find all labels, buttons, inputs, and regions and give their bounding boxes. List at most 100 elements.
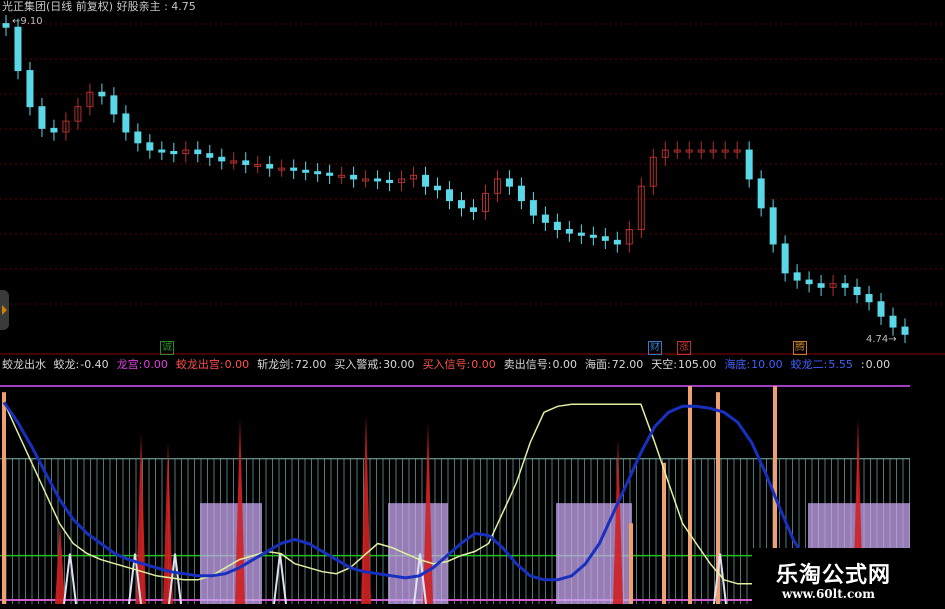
- chart-subtitle-value: 4.75: [171, 0, 196, 13]
- indicator-item: 天空:105.00: [651, 358, 720, 371]
- indicator-item: 海底:10.00: [724, 358, 786, 371]
- candle-body: [865, 294, 873, 303]
- candle-body: [242, 160, 250, 165]
- candle-body: [194, 149, 202, 155]
- marker-cai: 财: [648, 341, 662, 355]
- price-high-label: ←9.10: [12, 16, 43, 27]
- indicator-item-label: 蛟龙:: [53, 358, 80, 371]
- dragon-palace-block: [200, 503, 262, 604]
- candle-body: [805, 279, 813, 285]
- indicator-item-label: 买入警戒:: [334, 358, 383, 371]
- candle-body: [889, 315, 897, 328]
- candle-body: [290, 167, 298, 171]
- candle-body: [386, 179, 394, 184]
- indicator-item-label: 龙宫:: [116, 358, 143, 371]
- candle-body: [302, 169, 310, 173]
- candle-body: [326, 172, 334, 176]
- orange-signal-bar: [688, 386, 692, 604]
- candle-body: [374, 178, 382, 182]
- indicator-item-value: 5.55: [828, 358, 853, 371]
- marker-cheng: 诚: [160, 341, 174, 355]
- chevron-right-icon: [2, 305, 7, 315]
- candle-body: [14, 26, 22, 72]
- chart-canvas: [0, 14, 945, 605]
- marker-teng: 腾: [793, 341, 807, 355]
- candle-body: [565, 229, 573, 234]
- indicator-header: 蛟龙出水 蛟龙:-0.40 龙宫:0.00 蛟龙出宫:0.00 斩龙剑:72.00 买入…: [2, 358, 898, 372]
- indicator-item: 蛟龙:-0.40: [54, 358, 113, 371]
- candle-body: [146, 142, 154, 151]
- orange-signal-bar: [629, 523, 633, 604]
- price-low-label: 4.74→: [866, 334, 897, 345]
- candle-body: [434, 185, 442, 191]
- indicator-item: 海面:72.00: [585, 358, 647, 371]
- candle-body: [457, 200, 465, 209]
- indicator-item-label: :: [860, 358, 865, 371]
- candle-body: [218, 156, 226, 162]
- candle-body: [110, 95, 118, 115]
- indicator-item-value: 0.00: [471, 358, 496, 371]
- candle-body: [589, 234, 597, 238]
- white-spike: [273, 553, 287, 605]
- candle-body: [781, 243, 789, 274]
- candle-body: [553, 221, 561, 231]
- candle-body: [817, 283, 825, 288]
- indicator-item: 卖出信号:0.00: [504, 358, 581, 371]
- indicator-item-value: 105.00: [677, 358, 717, 371]
- chart-header: 光正集团(日线 前复权) 好股亲主 : 4.75: [2, 0, 196, 14]
- candle-body: [158, 149, 166, 153]
- indicator-item: 蛟龙出宫:0.00: [176, 358, 253, 371]
- indicator-item-label: 卖出信号:: [503, 358, 552, 371]
- candle-body: [769, 207, 777, 245]
- candle-body: [2, 23, 10, 28]
- candle-body: [517, 185, 525, 202]
- indicator-item-label: 斩龙剑:: [257, 358, 294, 371]
- candle-body: [853, 286, 861, 296]
- candle-body: [877, 301, 885, 317]
- indicator-item-value: 30.00: [383, 358, 415, 371]
- indicator-item-value: 72.00: [611, 358, 644, 371]
- candle-body: [901, 326, 909, 335]
- candle-body: [793, 272, 801, 281]
- candle-body: [170, 150, 178, 155]
- candle-body: [529, 200, 537, 216]
- candle-body: [266, 163, 274, 169]
- candle-body: [613, 239, 621, 245]
- indicator-item: :0.00: [861, 358, 894, 371]
- candle-body: [98, 91, 106, 97]
- watermark-title: 乐淘公式网: [776, 563, 892, 588]
- candle-body: [38, 106, 46, 129]
- indicator-item-value: -0.40: [80, 358, 109, 371]
- indicator-item-label: 天空:: [651, 358, 677, 371]
- red-spike: [55, 523, 65, 604]
- indicator-item-label: 蛟龙出宫:: [175, 358, 224, 371]
- candle-body: [841, 283, 849, 288]
- indicator-item: 龙宫:0.00: [117, 358, 172, 371]
- side-expand-button[interactable]: [0, 290, 9, 330]
- candle-body: [446, 189, 454, 202]
- candle-body: [350, 174, 358, 180]
- indicator-item-value: 0.00: [865, 358, 891, 371]
- candle-body: [206, 153, 214, 158]
- candle-body: [314, 171, 322, 175]
- candle-body: [745, 149, 753, 180]
- orange-signal-bar: [2, 392, 6, 604]
- chart-subtitle-label: 好股亲主 :: [116, 0, 168, 13]
- indicator-item: 蛟龙二:5.55: [791, 358, 857, 371]
- indicator-item-value: 0.00: [552, 358, 578, 371]
- indicator-item-label: 买入信号:: [422, 358, 471, 371]
- indicator-item-label: 海面:: [585, 358, 611, 371]
- orange-signal-bar: [662, 462, 666, 604]
- indicator-item-label: 蛟龙二:: [790, 358, 828, 371]
- candle-body: [134, 131, 142, 144]
- white-spike: [63, 553, 77, 605]
- candle-body: [469, 207, 477, 212]
- arrow-icon: →: [888, 334, 897, 345]
- indicator-item-value: 72.00: [294, 358, 327, 371]
- indicator-item-value: 0.00: [224, 358, 250, 371]
- candle-body: [577, 232, 585, 236]
- candle-body: [541, 214, 549, 223]
- watermark-url: www.60lt.com: [782, 587, 875, 601]
- indicator-item: 买入信号:0.00: [423, 358, 500, 371]
- indicator-item-value: 10.00: [751, 358, 783, 371]
